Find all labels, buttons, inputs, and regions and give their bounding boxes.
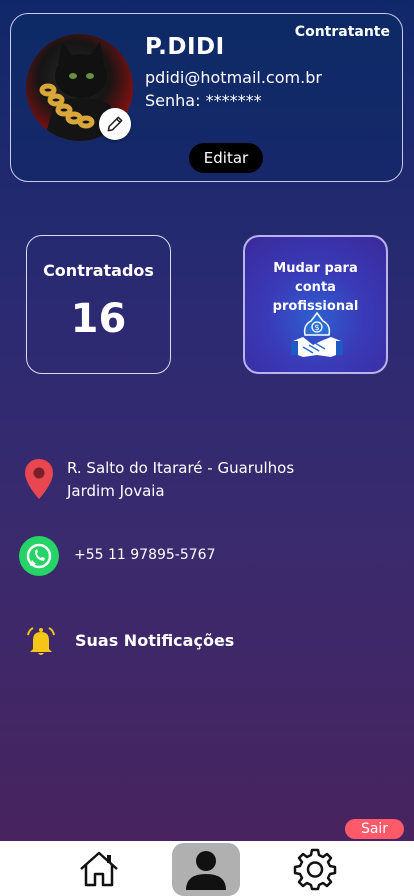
notifications-link[interactable]: Suas Notificações	[75, 631, 234, 650]
handshake-money-icon: $	[291, 311, 343, 357]
logout-button[interactable]: Sair	[345, 819, 404, 839]
profile-icon	[186, 850, 226, 890]
hired-count-label: Contratados	[43, 261, 154, 280]
whatsapp-icon[interactable]	[19, 536, 59, 576]
switch-account-label: Mudar para conta profissional	[272, 261, 359, 314]
home-icon	[80, 851, 118, 886]
switch-to-professional-button[interactable]: Mudar para conta profissional $	[243, 235, 388, 374]
profile-name: P.DIDI	[145, 34, 225, 60]
nav-home[interactable]	[70, 841, 128, 896]
phone-number[interactable]: +55 11 97895-5767	[74, 547, 215, 563]
svg-text:$: $	[314, 323, 319, 332]
pencil-icon	[107, 116, 123, 132]
edit-profile-button[interactable]: Editar	[189, 143, 263, 173]
hired-count-card: Contratados 16	[26, 235, 171, 374]
profile-email: pdidi@hotmail.com.br	[145, 68, 322, 87]
address-district: Jardim Jovaia	[67, 482, 165, 500]
address-street: R. Salto do Itararé - Guarulhos	[67, 459, 295, 477]
location-pin-icon	[25, 459, 53, 499]
account-role: Contratante	[294, 24, 390, 40]
settings-icon	[293, 848, 337, 890]
bottom-nav	[0, 841, 414, 896]
profile-password: Senha: *******	[145, 91, 262, 110]
edit-photo-button[interactable]	[99, 108, 131, 140]
hired-count-value: 16	[70, 296, 127, 342]
bell-icon	[27, 627, 55, 655]
nav-profile[interactable]	[172, 843, 240, 896]
profile-card: Contratante P.DIDI pdidi@hotmail.com.br …	[10, 13, 403, 182]
nav-settings[interactable]	[286, 841, 344, 896]
